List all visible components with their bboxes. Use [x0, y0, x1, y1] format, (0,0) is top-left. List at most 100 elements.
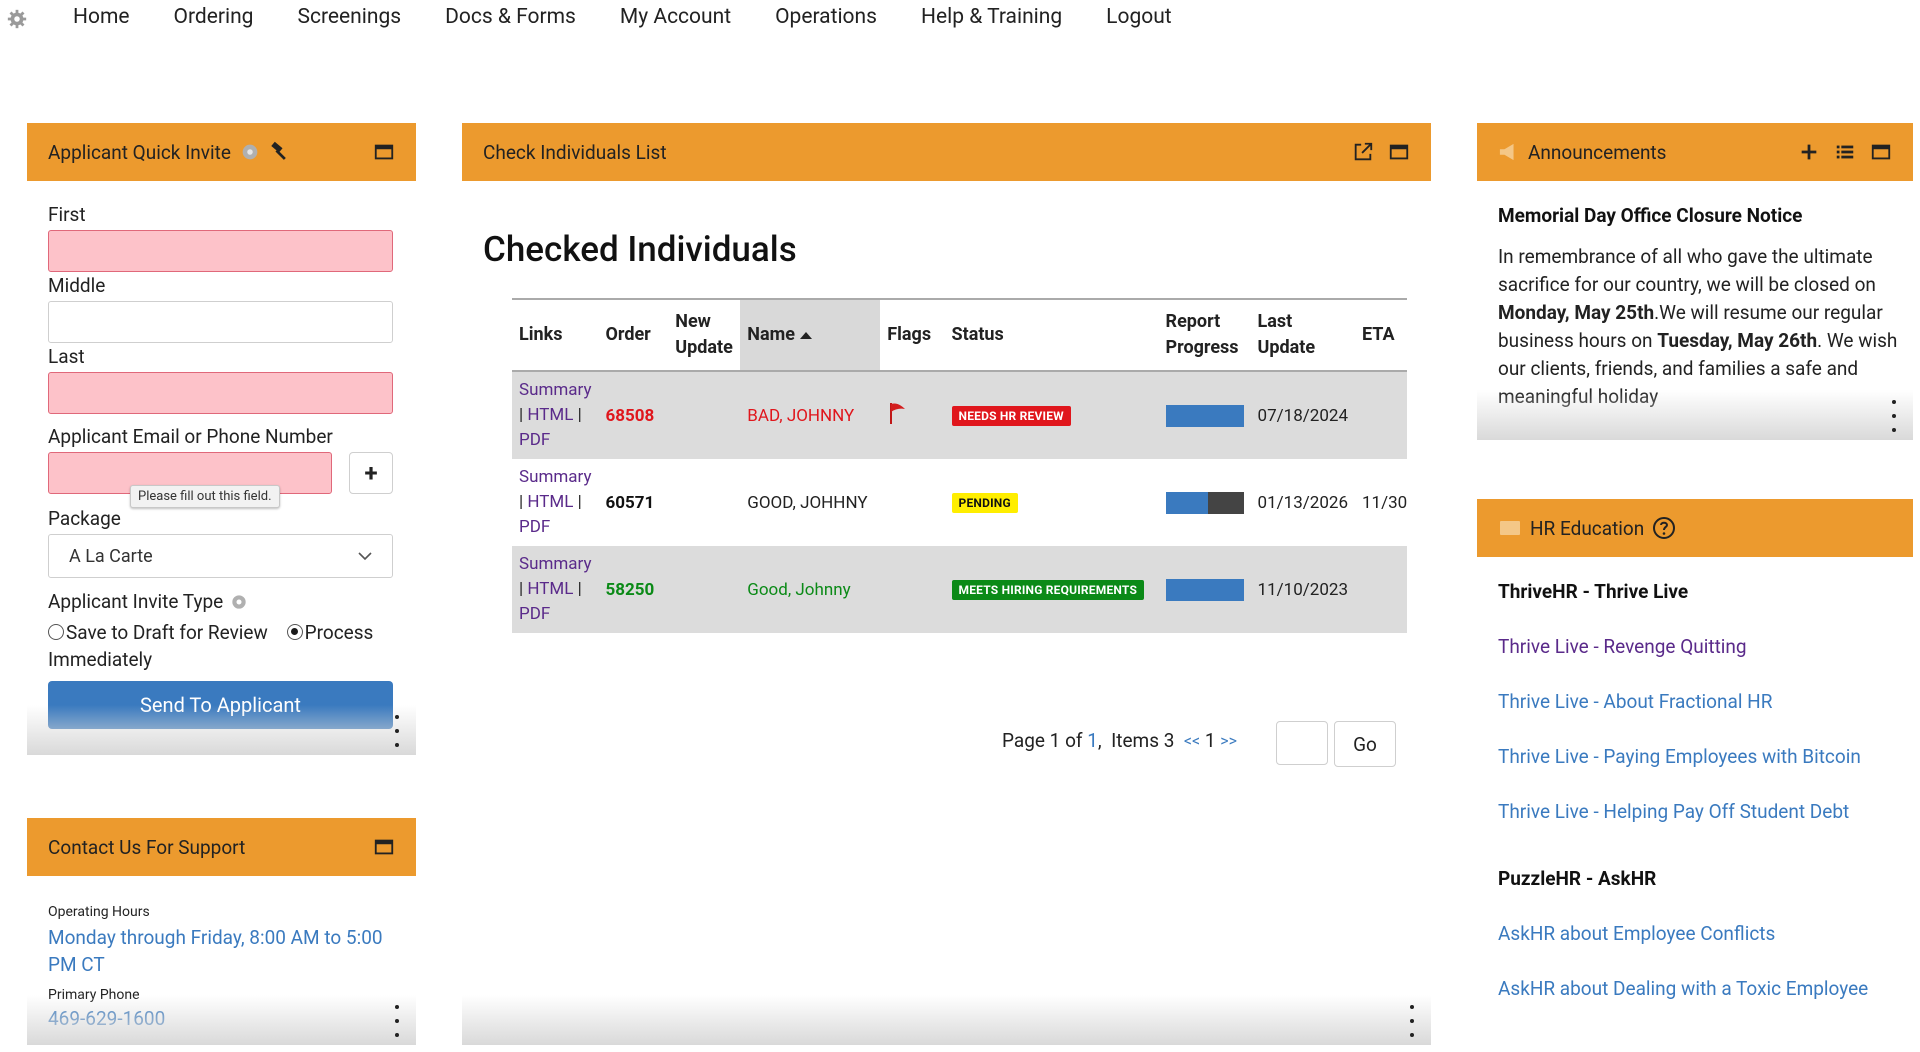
announcements-panel: Announcements Memorial Day Office Closur…	[1477, 123, 1913, 440]
col-order[interactable]: Order	[598, 298, 669, 372]
settings-gear-icon[interactable]	[6, 8, 28, 30]
panel-title: Applicant Quick Invite	[48, 140, 231, 164]
more-options-icon[interactable]	[394, 1005, 400, 1037]
window-maximize-icon[interactable]	[1388, 141, 1410, 163]
link-fractional-hr[interactable]: Thrive Live - About Fractional HR	[1498, 690, 1772, 713]
radio-save-draft[interactable]	[48, 624, 64, 640]
invite-type-options: Save to Draft for Review Process Immedia…	[48, 619, 408, 673]
panel-title: Contact Us For Support	[48, 835, 246, 859]
col-name[interactable]: Name	[740, 298, 881, 372]
eta-cell	[1355, 371, 1407, 459]
panel-header: HR Education	[1477, 499, 1913, 557]
gear-icon[interactable]	[229, 592, 249, 612]
summary-link[interactable]: Summary	[519, 554, 591, 574]
gear-icon[interactable]	[239, 141, 261, 163]
html-link[interactable]: HTML	[527, 405, 573, 425]
page-label: Page 1 of	[1002, 729, 1083, 752]
pdf-link[interactable]: PDF	[519, 430, 550, 450]
nav-help-training[interactable]: Help & Training	[899, 0, 1084, 36]
certificate-icon	[1500, 521, 1520, 535]
row-links: Summary | HTML | PDF	[519, 467, 592, 537]
row-links: Summary | HTML | PDF	[512, 546, 599, 633]
total-pages-link[interactable]: 1	[1087, 729, 1098, 752]
report-progress-bar	[1165, 404, 1244, 427]
report-progress-cell	[1158, 371, 1251, 459]
new-update-cell	[668, 459, 740, 546]
order-number[interactable]: 58250	[598, 546, 669, 633]
link-toxic-employee[interactable]: AskHR about Dealing with a Toxic Employe…	[1498, 977, 1868, 1000]
status-badge: PENDING	[951, 493, 1018, 513]
middle-name-input[interactable]	[48, 301, 393, 343]
col-flags[interactable]: Flags	[880, 298, 945, 372]
items-label: , Items	[1097, 729, 1160, 752]
link-student-debt[interactable]: Thrive Live - Helping Pay Off Student De…	[1498, 800, 1849, 823]
nav-my-account[interactable]: My Account	[598, 0, 753, 36]
order-number[interactable]: 68508	[598, 371, 669, 459]
col-eta[interactable]: ETA	[1355, 298, 1407, 372]
last-update-date: 11/10/2023	[1250, 546, 1355, 633]
col-new-update[interactable]: New Update	[668, 298, 741, 372]
external-link-icon[interactable]	[1352, 141, 1374, 163]
window-maximize-icon[interactable]	[1870, 141, 1892, 163]
table-row: Summary | HTML | PDF 58250 Good, Johnny M…	[512, 546, 1407, 633]
nav-logout[interactable]: Logout	[1084, 0, 1194, 36]
window-maximize-icon[interactable]	[373, 836, 395, 858]
nav-home[interactable]: Home	[73, 0, 152, 36]
eta-cell	[1355, 546, 1407, 633]
more-options-icon[interactable]	[1409, 1005, 1415, 1037]
html-link[interactable]: HTML	[527, 579, 573, 599]
col-report-progress[interactable]: Report Progress	[1158, 298, 1251, 372]
pdf-link[interactable]: PDF	[519, 517, 550, 537]
more-options-icon[interactable]	[1891, 400, 1897, 432]
package-label: Package	[48, 507, 121, 530]
plus-icon: +	[364, 459, 378, 487]
link-paying-bitcoin[interactable]: Thrive Live - Paying Employees with Bitc…	[1498, 745, 1861, 768]
hammer-icon[interactable]	[269, 141, 291, 163]
panel-title: Check Individuals List	[483, 140, 667, 164]
new-update-cell	[668, 546, 741, 633]
col-status[interactable]: Status	[944, 298, 1159, 372]
last-name-input[interactable]	[48, 372, 393, 414]
panel-title: HR Education	[1530, 516, 1645, 540]
radio-process-immediately[interactable]	[286, 624, 303, 640]
summary-link[interactable]: Summary	[519, 380, 591, 400]
first-name-input[interactable]	[48, 230, 393, 272]
nav-operations[interactable]: Operations	[753, 0, 899, 36]
red-flag-icon	[890, 403, 906, 424]
next-page-link[interactable]: >>	[1220, 731, 1237, 750]
report-progress-cell	[1158, 546, 1251, 633]
nav-screenings[interactable]: Screenings	[275, 0, 423, 36]
first-name-label: First	[48, 203, 86, 226]
help-circle-icon[interactable]	[1652, 516, 1676, 540]
nav-ordering[interactable]: Ordering	[152, 0, 276, 36]
link-employee-conflicts[interactable]: AskHR about Employee Conflicts	[1498, 922, 1775, 945]
row-links: Summary | HTML | PDF	[512, 371, 599, 459]
section-thrive-live: ThriveHR - Thrive Live	[1498, 580, 1689, 603]
prev-page-link[interactable]: <<	[1184, 731, 1200, 750]
summary-link[interactable]: Summary	[519, 467, 591, 487]
window-maximize-icon[interactable]	[373, 141, 395, 163]
go-button[interactable]: Go	[1334, 721, 1396, 767]
plus-icon[interactable]	[1798, 141, 1820, 163]
link-revenge-quitting[interactable]: Thrive Live - Revenge Quitting	[1498, 635, 1747, 658]
pdf-link[interactable]: PDF	[519, 604, 550, 624]
status-badge: NEEDS HR REVIEW	[951, 406, 1071, 426]
middle-name-label: Middle	[48, 274, 106, 297]
list-icon[interactable]	[1834, 141, 1856, 163]
applicant-name[interactable]: Good, Johnny	[740, 546, 881, 633]
applicant-name[interactable]: BAD, JOHNNY	[740, 371, 881, 459]
applicant-name[interactable]: GOOD, JOHHNY	[740, 459, 880, 546]
package-selected-value: A La Carte	[69, 545, 153, 567]
check-individuals-panel: Check Individuals List Checked Individua…	[462, 123, 1431, 1045]
html-link[interactable]: HTML	[527, 492, 573, 512]
page-number-input[interactable]	[1276, 721, 1328, 765]
nav-docs-forms[interactable]: Docs & Forms	[423, 0, 598, 36]
add-contact-button[interactable]: +	[349, 452, 393, 494]
panel-footer	[1477, 390, 1913, 440]
more-options-icon[interactable]	[394, 715, 400, 747]
col-last-update[interactable]: Last Update	[1250, 298, 1355, 372]
announcement-heading: Memorial Day Office Closure Notice	[1498, 204, 1803, 227]
order-number[interactable]: 60571	[598, 459, 668, 546]
table-row: Summary | HTML | PDF 68508 BAD, JOHNNY NE…	[512, 371, 1407, 459]
package-select[interactable]: A La Carte	[48, 534, 393, 578]
